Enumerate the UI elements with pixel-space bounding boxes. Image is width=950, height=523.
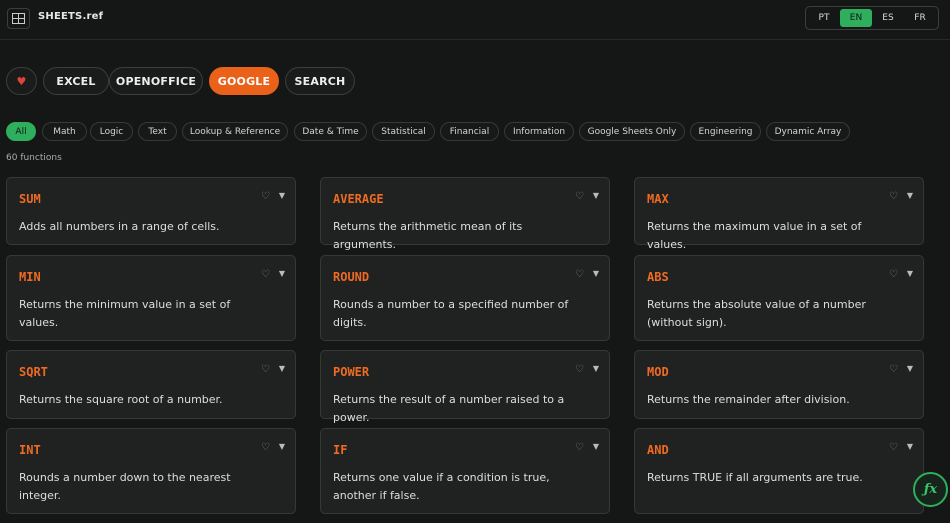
caret-down-icon[interactable]: ▼ [279, 364, 285, 373]
function-name: MAX [647, 192, 669, 206]
heart-icon: ♥ [16, 74, 27, 88]
caret-down-icon[interactable]: ▼ [593, 191, 599, 200]
function-icon: ƒx [923, 482, 938, 497]
heart-outline-icon[interactable]: ♡ [575, 364, 584, 375]
heart-outline-icon[interactable]: ♡ [261, 269, 270, 280]
function-description: Rounds a number to a specified number of… [333, 298, 569, 329]
nav-openoffice-button[interactable]: OPENOFFICE [109, 67, 203, 95]
filter-math-chip[interactable]: Math [42, 122, 87, 141]
heart-outline-icon[interactable]: ♡ [889, 269, 898, 280]
caret-down-icon[interactable]: ▼ [593, 442, 599, 451]
app-title: SHEETS.ref [38, 11, 104, 22]
heart-outline-icon[interactable]: ♡ [261, 191, 270, 202]
function-card[interactable]: MIN Returns the minimum value in a set o… [6, 255, 296, 341]
function-name: ABS [647, 270, 669, 284]
caret-down-icon[interactable]: ▼ [907, 269, 913, 278]
nav-google-button[interactable]: GOOGLE [209, 67, 279, 95]
caret-down-icon[interactable]: ▼ [907, 191, 913, 200]
function-name: MOD [647, 365, 669, 379]
function-name: AND [647, 443, 669, 457]
function-description: Returns the absolute value of a number (… [647, 298, 866, 329]
top-bar: SHEETS.ref PT EN ES FR [0, 0, 950, 40]
nav-excel-button[interactable]: EXCEL [43, 67, 109, 95]
function-description: Returns the square root of a number. [19, 393, 223, 406]
function-card[interactable]: MAX Returns the maximum value in a set o… [634, 177, 924, 251]
language-fr-button[interactable]: FR [904, 9, 936, 27]
function-card[interactable]: ROUND Rounds a number to a specified num… [320, 255, 610, 341]
language-switcher: PT EN ES FR [805, 6, 939, 30]
function-description: Returns one value if a condition is true… [333, 471, 550, 502]
filter-statistical-chip[interactable]: Statistical [372, 122, 435, 141]
function-card[interactable]: POWER Returns the result of a number rai… [320, 350, 610, 424]
function-description: Returns the result of a number raised to… [333, 393, 565, 424]
function-name: IF [333, 443, 348, 457]
filter-logic-chip[interactable]: Logic [90, 122, 133, 141]
function-card[interactable]: ABS Returns the absolute value of a numb… [634, 255, 924, 341]
function-description: Returns the arithmetic mean of its argum… [333, 220, 523, 251]
caret-down-icon[interactable]: ▼ [279, 269, 285, 278]
heart-outline-icon[interactable]: ♡ [889, 442, 898, 453]
caret-down-icon[interactable]: ▼ [593, 364, 599, 373]
filter-information-chip[interactable]: Information [504, 122, 574, 141]
function-name: AVERAGE [333, 192, 384, 206]
function-description: Rounds a number down to the nearest inte… [19, 471, 231, 502]
filter-dynamic-array-chip[interactable]: Dynamic Array [766, 122, 850, 141]
function-count: 60 functions [6, 153, 62, 163]
function-description: Returns the minimum value in a set of va… [19, 298, 231, 329]
filter-financial-chip[interactable]: Financial [440, 122, 499, 141]
function-description: Adds all numbers in a range of cells. [19, 220, 220, 233]
function-description: Returns TRUE if all arguments are true. [647, 471, 863, 484]
function-name: SUM [19, 192, 41, 206]
heart-outline-icon[interactable]: ♡ [261, 364, 270, 375]
grid-icon[interactable] [7, 8, 30, 29]
language-pt-button[interactable]: PT [808, 9, 840, 27]
heart-outline-icon[interactable]: ♡ [575, 191, 584, 202]
function-name: INT [19, 443, 41, 457]
language-es-button[interactable]: ES [872, 9, 904, 27]
filter-engineering-chip[interactable]: Engineering [690, 122, 761, 141]
function-name: MIN [19, 270, 41, 284]
caret-down-icon[interactable]: ▼ [907, 442, 913, 451]
filter-text-chip[interactable]: Text [138, 122, 177, 141]
function-card[interactable]: SQRT Returns the square root of a number… [6, 350, 296, 419]
function-name: SQRT [19, 365, 48, 379]
heart-outline-icon[interactable]: ♡ [889, 191, 898, 202]
function-card[interactable]: MOD Returns the remainder after division… [634, 350, 924, 419]
filter-google-sheets-only-chip[interactable]: Google Sheets Only [579, 122, 685, 141]
function-card[interactable]: AND Returns TRUE if all arguments are tr… [634, 428, 924, 514]
filter-date-time-chip[interactable]: Date & Time [294, 122, 367, 141]
function-fab-button[interactable]: ƒx [913, 472, 948, 507]
function-card[interactable]: AVERAGE Returns the arithmetic mean of i… [320, 177, 610, 251]
function-name: ROUND [333, 270, 370, 284]
filter-lookup-reference-chip[interactable]: Lookup & Reference [182, 122, 288, 141]
caret-down-icon[interactable]: ▼ [279, 191, 285, 200]
function-card[interactable]: IF Returns one value if a condition is t… [320, 428, 610, 514]
function-card[interactable]: SUM Adds all numbers in a range of cells… [6, 177, 296, 245]
function-description: Returns the remainder after division. [647, 393, 850, 406]
heart-outline-icon[interactable]: ♡ [575, 269, 584, 280]
function-description: Returns the maximum value in a set of va… [647, 220, 862, 251]
caret-down-icon[interactable]: ▼ [279, 442, 285, 451]
favorites-button[interactable]: ♥ [6, 67, 37, 95]
caret-down-icon[interactable]: ▼ [593, 269, 599, 278]
nav-search-button[interactable]: SEARCH [285, 67, 355, 95]
function-card[interactable]: INT Rounds a number down to the nearest … [6, 428, 296, 514]
function-name: POWER [333, 365, 370, 379]
filter-all-chip[interactable]: All [6, 122, 36, 141]
heart-outline-icon[interactable]: ♡ [261, 442, 270, 453]
heart-outline-icon[interactable]: ♡ [889, 364, 898, 375]
heart-outline-icon[interactable]: ♡ [575, 442, 584, 453]
caret-down-icon[interactable]: ▼ [907, 364, 913, 373]
language-en-button[interactable]: EN [840, 9, 872, 27]
